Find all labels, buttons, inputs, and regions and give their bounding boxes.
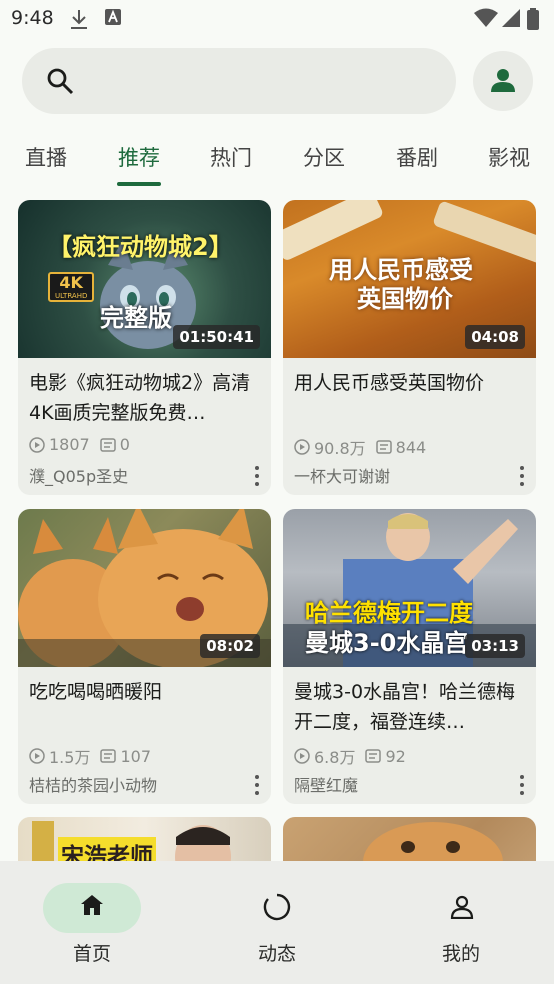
battery-icon bbox=[527, 8, 539, 30]
play-count-icon bbox=[29, 748, 45, 764]
nav-activity[interactable]: 动态 bbox=[185, 861, 369, 984]
video-stats: 6.8万 92 bbox=[294, 744, 406, 768]
comment-count: 107 bbox=[120, 746, 151, 766]
view-count: 1807 bbox=[49, 435, 90, 454]
video-stats: 1.5万 107 bbox=[29, 744, 151, 768]
danmaku-icon bbox=[365, 749, 382, 763]
thumbnail-subtitle: 英国物价 bbox=[357, 285, 453, 313]
video-duration: 01:50:41 bbox=[173, 325, 260, 349]
video-duration: 04:08 bbox=[465, 325, 525, 349]
tab-indicator bbox=[117, 182, 161, 186]
play-count-icon bbox=[29, 436, 45, 453]
profile-icon bbox=[450, 895, 474, 919]
thumbnail-subtitle: 完整版 bbox=[100, 304, 172, 332]
4k-badge: 4K ULTRAHD bbox=[48, 272, 95, 302]
thumbnail-title: 【疯狂动物城2】 bbox=[48, 233, 233, 261]
video-stats: 90.8万 844 bbox=[294, 435, 426, 459]
video-title[interactable]: 吃吃喝喝晒暖阳 bbox=[29, 677, 265, 707]
video-thumbnail[interactable]: 哈兰德梅开二度 曼城3-0水晶宫 03:13 bbox=[283, 509, 536, 667]
tab-hot[interactable]: 热门 bbox=[210, 142, 252, 172]
account-button[interactable] bbox=[473, 51, 533, 111]
tab-live[interactable]: 直播 bbox=[25, 142, 67, 172]
search-bar[interactable] bbox=[22, 48, 456, 114]
download-icon bbox=[71, 10, 87, 29]
nav-profile[interactable]: 我的 bbox=[369, 861, 553, 984]
status-time: 9:48 bbox=[11, 7, 54, 29]
comment-count: 844 bbox=[395, 437, 427, 457]
category-tabs: 直播 推荐 热门 分区 番剧 影视 bbox=[0, 132, 554, 188]
thumbnail-subtitle: 曼城3-0水晶宫 bbox=[305, 629, 469, 657]
uploader-name[interactable]: 一杯大可谢谢 bbox=[294, 463, 390, 487]
home-icon bbox=[81, 895, 103, 915]
danmaku-icon bbox=[100, 749, 117, 763]
more-options-icon[interactable] bbox=[520, 775, 524, 795]
uploader-name[interactable]: 桔桔的茶园小动物 bbox=[29, 772, 157, 796]
danmaku-icon bbox=[375, 440, 392, 454]
activity-icon bbox=[263, 893, 291, 921]
status-bar: 9:48 bbox=[0, 0, 554, 38]
view-count: 1.5万 bbox=[49, 748, 91, 767]
video-stats: 1807 0 bbox=[29, 435, 130, 454]
video-thumbnail[interactable]: 08:02 bbox=[18, 509, 271, 667]
video-duration: 03:13 bbox=[465, 634, 525, 658]
video-card[interactable]: 【疯狂动物城2】 4K ULTRAHD 完整版 01:50:41 电影《疯狂动物… bbox=[18, 200, 271, 495]
account-icon bbox=[491, 69, 515, 92]
more-options-icon[interactable] bbox=[255, 466, 259, 486]
play-count-icon bbox=[294, 439, 310, 455]
video-card[interactable]: 08:02 吃吃喝喝晒暖阳 1.5万 107 桔桔的茶园小动物 bbox=[18, 509, 271, 804]
tab-anime[interactable]: 番剧 bbox=[396, 142, 438, 172]
uploader-name[interactable]: 濮_Q05p圣史 bbox=[29, 463, 128, 487]
danmaku-icon bbox=[99, 437, 116, 452]
video-duration: 08:02 bbox=[200, 634, 260, 658]
video-thumbnail[interactable]: 【疯狂动物城2】 4K ULTRAHD 完整版 01:50:41 bbox=[18, 200, 271, 358]
bottom-navigation: 首页 动态 我的 bbox=[0, 861, 554, 984]
video-title[interactable]: 电影《疯狂动物城2》高清4K画质完整版免费… bbox=[29, 368, 265, 428]
video-card[interactable]: 哈兰德梅开二度 曼城3-0水晶宫 03:13 曼城3-0水晶宫！哈兰德梅开二度，… bbox=[283, 509, 536, 804]
wifi-icon bbox=[474, 8, 498, 27]
uploader-name[interactable]: 隔壁红魔 bbox=[294, 772, 358, 796]
tab-recommend[interactable]: 推荐 bbox=[118, 142, 160, 172]
more-options-icon[interactable] bbox=[520, 466, 524, 486]
view-count: 6.8万 bbox=[314, 748, 356, 767]
comment-count: 92 bbox=[385, 746, 406, 766]
tab-categories[interactable]: 分区 bbox=[303, 142, 345, 172]
comment-count: 0 bbox=[119, 435, 130, 454]
video-card[interactable]: 用人民币感受 英国物价 04:08 用人民币感受英国物价 90.8万 844 一… bbox=[283, 200, 536, 495]
search-icon[interactable] bbox=[46, 67, 74, 95]
video-thumbnail[interactable]: 用人民币感受 英国物价 04:08 bbox=[283, 200, 536, 358]
play-count-icon bbox=[294, 748, 310, 764]
app-notification-icon bbox=[105, 9, 121, 25]
video-title[interactable]: 曼城3-0水晶宫！哈兰德梅开二度，福登连续… bbox=[294, 677, 530, 737]
signal-icon bbox=[502, 9, 520, 27]
more-options-icon[interactable] bbox=[255, 775, 259, 795]
nav-home[interactable]: 首页 bbox=[0, 861, 184, 984]
view-count: 90.8万 bbox=[314, 439, 366, 458]
tab-movies[interactable]: 影视 bbox=[488, 142, 530, 172]
nav-label: 动态 bbox=[257, 943, 296, 965]
nav-label: 我的 bbox=[441, 943, 480, 965]
nav-label: 首页 bbox=[72, 943, 111, 965]
video-title[interactable]: 用人民币感受英国物价 bbox=[294, 368, 530, 398]
